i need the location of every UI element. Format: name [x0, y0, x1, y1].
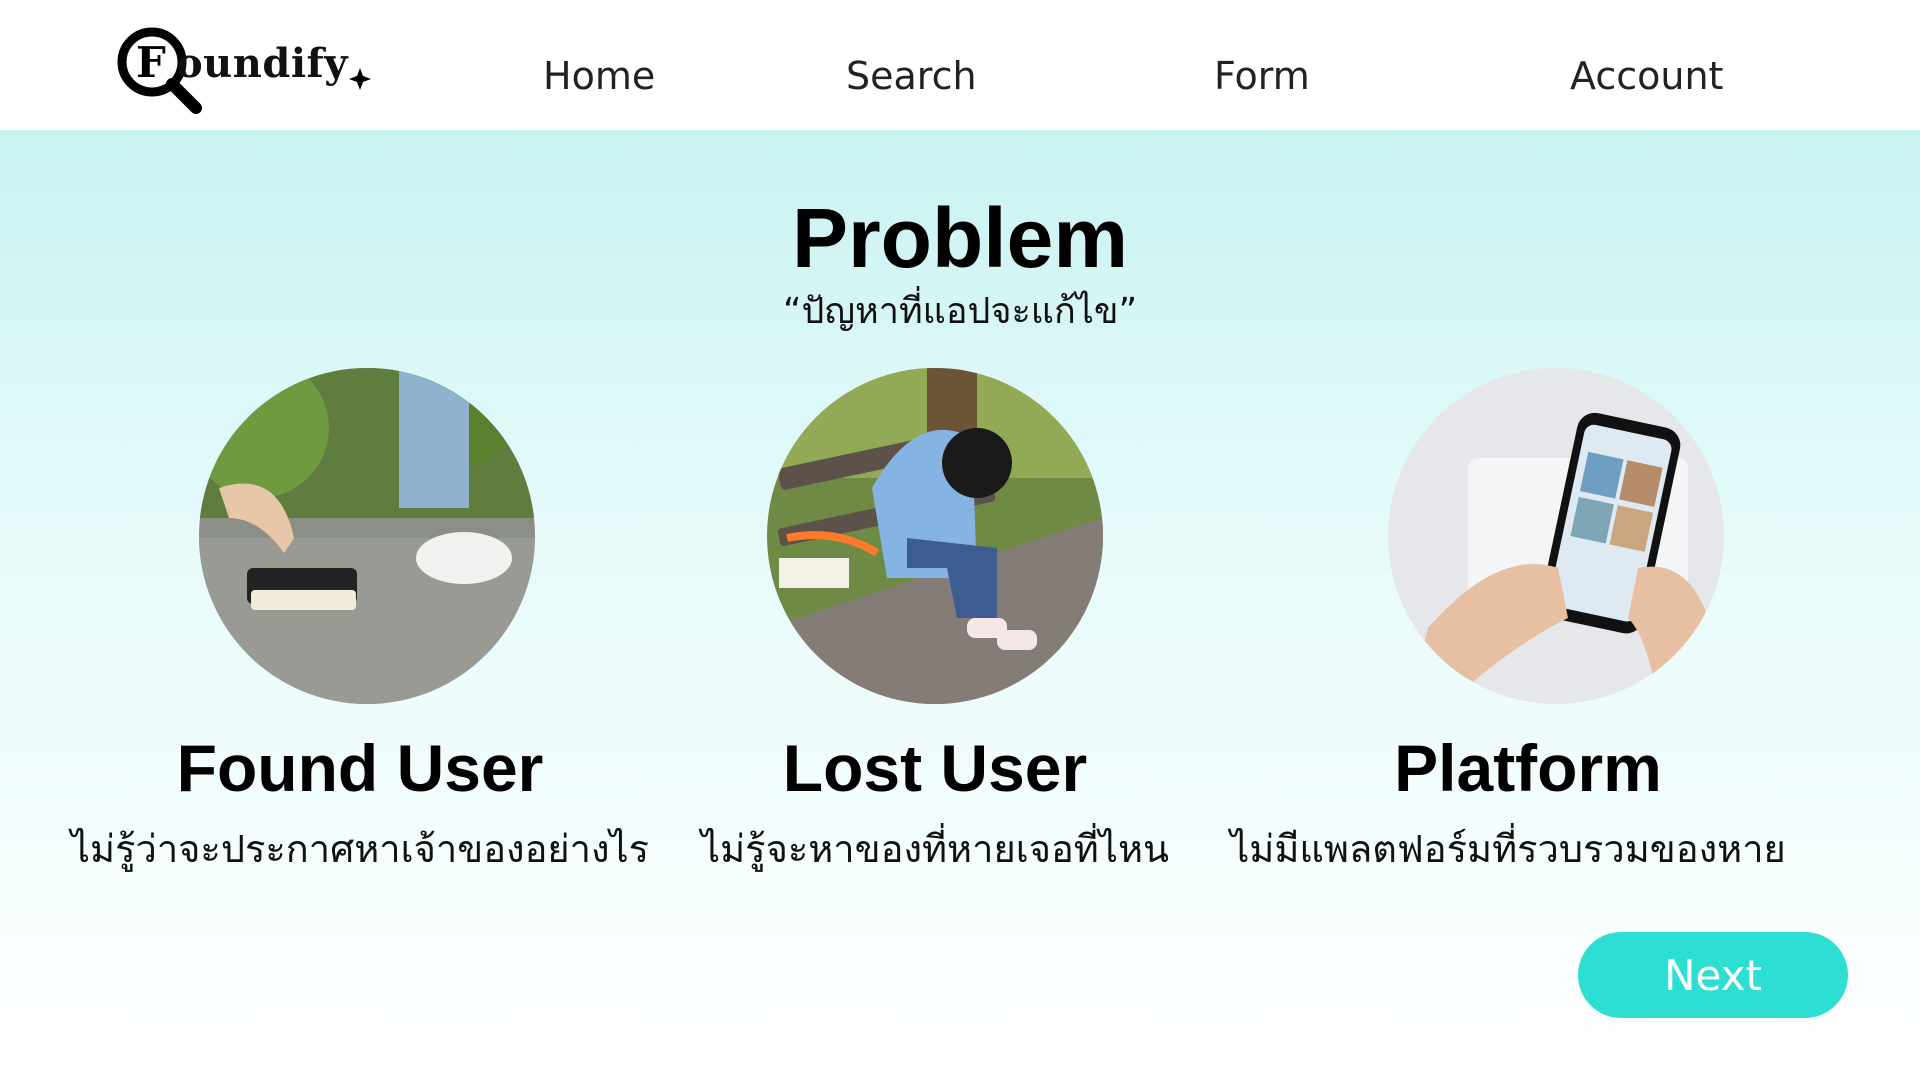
platform-title: Platform [1394, 731, 1662, 805]
foundify-logo[interactable]: F oundify [104, 20, 374, 120]
nav-home[interactable]: Home [543, 54, 655, 98]
found-user-title: Found User [176, 731, 544, 805]
next-button[interactable]: Next [1578, 932, 1848, 1018]
platform-desc: ไม่มีแพลตฟอร์มที่รวบรวมของหาย [1230, 827, 1786, 871]
page-title: Problem [791, 191, 1129, 285]
top-navbar: F oundify Home Search Form Account [0, 0, 1920, 130]
problem-section: Problem “ปัญหาที่แอปจะแก้ไข” Found User … [0, 130, 1920, 1080]
nav-account[interactable]: Account [1570, 54, 1723, 98]
lost-user-title: Lost User [782, 731, 1088, 805]
sparkle-icon [349, 68, 371, 90]
logo-wordmark: oundify [176, 40, 348, 87]
found-user-photo [199, 368, 535, 704]
nav-search[interactable]: Search [846, 54, 977, 98]
lost-user-desc: ไม่รู้จะหาของที่หายเจอที่ไหน [701, 827, 1169, 871]
page-subtitle: “ปัญหาที่แอปจะแก้ไข” [782, 291, 1138, 332]
logo-letter: F [136, 38, 166, 87]
lost-user-photo [767, 368, 1103, 704]
platform-photo [1388, 368, 1724, 704]
nav-form[interactable]: Form [1214, 54, 1310, 98]
found-user-desc: ไม่รู้ว่าจะประกาศหาเจ้าของอย่างไร [70, 827, 650, 871]
